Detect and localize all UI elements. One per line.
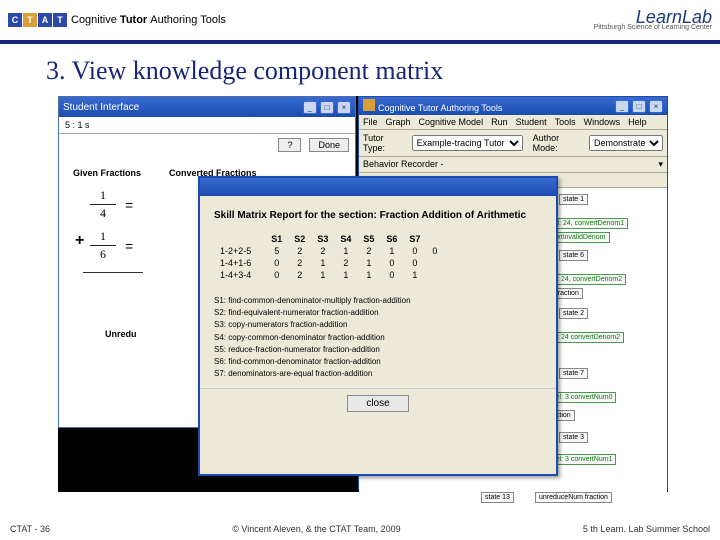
skill-col-header: S6 (380, 233, 403, 245)
skill-matrix-dialog: Skill Matrix Report for the section: Fra… (198, 176, 558, 476)
done-button[interactable]: Done (309, 138, 349, 152)
legend-item: S5: reduce-fraction-numerator fraction-a… (214, 344, 542, 355)
menu-tools[interactable]: Tools (555, 117, 576, 127)
slide-title: 3. View knowledge component matrix (0, 44, 720, 92)
menu-graph[interactable]: Graph (386, 117, 411, 127)
legend-item: S1: find-common-denominator-multiply fra… (214, 295, 542, 306)
fraction-2: 1 6 (89, 229, 117, 262)
logo-c: C (8, 13, 22, 27)
skill-matrix-table: S1S2S3S4S5S6S7 1-2+2-5522121001-4+1-6021… (214, 233, 443, 281)
si-title-text: Student Interface (63, 102, 139, 113)
slide-footer: CTAT - 36 © Vincent Aleven, & the CTAT T… (0, 524, 720, 534)
tutor-type-select[interactable]: Example-tracing Tutor (412, 135, 523, 151)
behavior-recorder-label: Behavior Recorder - (363, 159, 444, 170)
tutor-type-label: Tutor Type: (363, 133, 402, 153)
skill-col-header (214, 233, 265, 245)
legend-item: S2: find-equivalent-numerator fraction-a… (214, 307, 542, 318)
ctat-toolbar: Tutor Type: Example-tracing Tutor Author… (359, 130, 667, 157)
ctat-close-icon[interactable]: × (649, 100, 663, 113)
logo-text: Cognitive Tutor Authoring Tools (71, 14, 226, 26)
equals-2: = (125, 238, 133, 254)
fraction-1: 1 4 (89, 188, 117, 221)
graph-node[interactable]: state 2 (559, 308, 588, 319)
ctat-titlebar[interactable]: Cognitive Tutor Authoring Tools _ □ × (359, 97, 667, 115)
logo-a: A (38, 13, 52, 27)
f2-den: 6 (100, 247, 106, 262)
skill-col-header: S4 (334, 233, 357, 245)
learnlab-logo: LearnLab (594, 9, 712, 25)
plus-sign: + (75, 232, 84, 250)
table-row: 1-4+3-40211101 (214, 269, 443, 281)
graph-node[interactable]: state 13 (481, 492, 514, 503)
si-subtitle: 5 : 1 s (59, 117, 355, 134)
ctat-app-icon (363, 99, 375, 111)
graph-node[interactable]: state 7 (559, 368, 588, 379)
learnlab-sub: Pittsburgh Science of Learning Center (594, 25, 712, 31)
footer-left: CTAT - 36 (10, 524, 50, 534)
logo-text-2: Tutor (120, 14, 150, 26)
si-titlebar[interactable]: Student Interface _ □ × (59, 97, 355, 117)
ctat-subbar: Behavior Recorder - ▾ (359, 157, 667, 173)
skill-col-header: S7 (403, 233, 426, 245)
ctat-title-text: Cognitive Tutor Authoring Tools (378, 103, 502, 113)
ctat-maximize-icon[interactable]: □ (632, 100, 646, 113)
menu-run[interactable]: Run (491, 117, 508, 127)
skill-col-header: S5 (357, 233, 380, 245)
skill-col-header: S2 (288, 233, 311, 245)
menu-file[interactable]: File (363, 117, 378, 127)
footer-center: © Vincent Aleven, & the CTAT Team, 2009 (232, 524, 400, 534)
ctat-minimize-icon[interactable]: _ (615, 100, 629, 113)
skill-legend: S1: find-common-denominator-multiply fra… (214, 295, 542, 379)
close-icon[interactable]: × (337, 101, 351, 114)
logo-t: T (23, 13, 37, 27)
maximize-icon[interactable]: □ (320, 101, 334, 114)
legend-item: S4: copy-common-denominator fraction-add… (214, 332, 542, 343)
legend-item: S6: find-common-denominator fraction-add… (214, 356, 542, 367)
skill-col-header: S3 (311, 233, 334, 245)
f1-den: 4 (100, 206, 106, 221)
skill-col-header: S1 (265, 233, 288, 245)
equals-1: = (125, 197, 133, 213)
logo-text-3: Authoring Tools (150, 14, 226, 26)
graph-node[interactable]: state 1 (559, 194, 588, 205)
author-mode-select[interactable]: Demonstrate (589, 135, 663, 151)
graph-node[interactable]: state 3 (559, 432, 588, 443)
dialog-heading: Skill Matrix Report for the section: Fra… (214, 210, 542, 221)
menu-help[interactable]: Help (628, 117, 647, 127)
logo-left: C T A T Cognitive Tutor Authoring Tools (8, 13, 226, 27)
author-mode-label: Author Mode: (533, 133, 579, 153)
f2-num: 1 (100, 229, 106, 244)
menu-windows[interactable]: Windows (584, 117, 621, 127)
stage: Student Interface _ □ × 5 : 1 s ? Done G… (58, 96, 668, 492)
ctat-menubar[interactable]: File Graph Cognitive Model Run Student T… (359, 115, 667, 130)
dropdown-icon[interactable]: ▾ (658, 159, 663, 170)
logo-right: LearnLab Pittsburgh Science of Learning … (594, 9, 712, 31)
legend-item: S7: denominators-are-equal fraction-addi… (214, 368, 542, 379)
legend-item: S3: copy-numerators fraction-addition (214, 319, 542, 330)
graph-node[interactable]: unreduceNum fraction (535, 492, 612, 503)
f1-num: 1 (100, 188, 106, 203)
graph-node[interactable]: state 6 (559, 250, 588, 261)
col-given: Given Fractions (73, 168, 141, 178)
close-button[interactable]: close (347, 395, 408, 412)
logo-boxes: C T A T (8, 13, 67, 27)
table-row: 1-2+2-552212100 (214, 245, 443, 257)
minimize-icon[interactable]: _ (303, 101, 317, 114)
help-button[interactable]: ? (278, 138, 301, 152)
menu-cogmodel[interactable]: Cognitive Model (419, 117, 484, 127)
menu-student[interactable]: Student (516, 117, 547, 127)
dialog-titlebar[interactable] (200, 178, 556, 196)
logo-text-1: Cognitive (71, 14, 120, 26)
header-bar: C T A T Cognitive Tutor Authoring Tools … (0, 0, 720, 44)
footer-right: 5 th Learn. Lab Summer School (583, 524, 710, 534)
logo-t2: T (53, 13, 67, 27)
table-row: 1-4+1-60212100 (214, 257, 443, 269)
